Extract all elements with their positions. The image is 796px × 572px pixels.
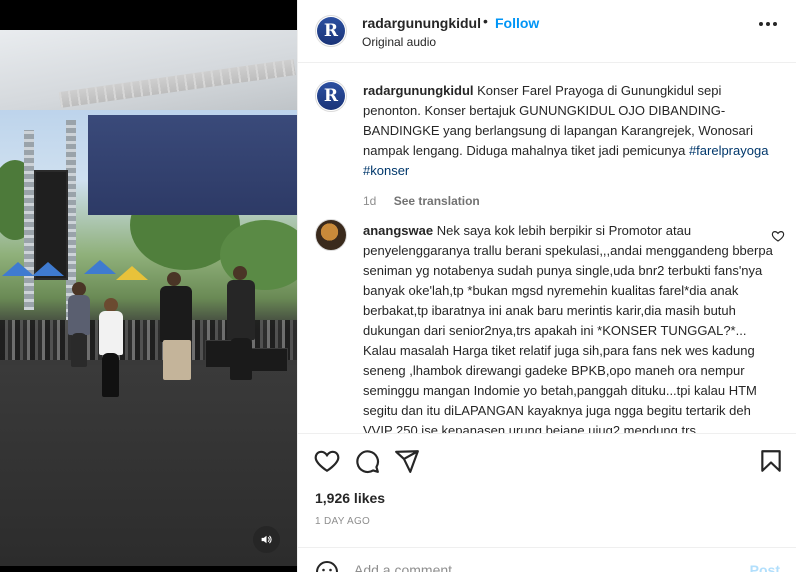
- bookmark-icon[interactable]: [758, 448, 784, 474]
- follow-button[interactable]: Follow: [495, 15, 539, 31]
- performer-head: [72, 282, 86, 296]
- add-comment-input[interactable]: [354, 562, 734, 572]
- comment-body: Nek saya kok lebih berpikir si Promotor …: [363, 223, 773, 433]
- performer-head: [233, 266, 247, 280]
- post-details-panel: R radargunungkidul • Follow Original aud…: [297, 0, 796, 572]
- commenter-avatar[interactable]: [315, 219, 347, 251]
- caption-username[interactable]: radargunungkidul: [363, 83, 474, 98]
- video-letterbox-top: [0, 0, 297, 30]
- stage-pillar: [24, 130, 34, 310]
- tent: [32, 262, 64, 276]
- performer-head: [167, 272, 181, 286]
- add-comment-bar: Post: [298, 547, 796, 572]
- comment-text: anangswae Nek saya kok lebih berpikir si…: [363, 221, 773, 433]
- avatar[interactable]: R: [315, 80, 347, 112]
- post-username[interactable]: radargunungkidul: [362, 15, 481, 31]
- share-icon[interactable]: [394, 448, 420, 474]
- video-player[interactable]: [0, 0, 297, 572]
- performer: [227, 280, 255, 340]
- stage-equipment: [250, 348, 288, 372]
- avatar-letter: R: [317, 82, 345, 110]
- performer: [68, 295, 90, 335]
- comments-section[interactable]: R radargunungkidul Konser Farel Prayoga …: [298, 63, 796, 433]
- performer-shorts: [163, 340, 191, 380]
- caption-meta: 1d See translation: [363, 194, 480, 208]
- child-performer-legs: [102, 353, 119, 397]
- hashtag-link[interactable]: #konser: [363, 163, 409, 178]
- performer-legs: [230, 338, 252, 380]
- child-performer: [99, 311, 123, 355]
- comment-icon[interactable]: [354, 448, 380, 474]
- stage-banner: [88, 115, 297, 215]
- comment-heart-icon[interactable]: [771, 229, 785, 243]
- speaker-icon: [261, 535, 272, 544]
- performer-head: [104, 298, 118, 312]
- avatar-letter: R: [317, 17, 345, 45]
- post-actions: 1,926 likes 1 day ago Post: [298, 433, 796, 572]
- hashtag-link[interactable]: #farelprayoga: [689, 143, 769, 158]
- caption-text: radargunungkidul Konser Farel Prayoga di…: [363, 81, 773, 181]
- more-options-icon[interactable]: [759, 22, 777, 26]
- video-frame: [0, 30, 297, 566]
- likes-count[interactable]: 1,926 likes: [315, 490, 385, 506]
- audio-toggle-button[interactable]: [253, 526, 280, 553]
- post-header: R radargunungkidul • Follow Original aud…: [298, 0, 796, 63]
- caption-time[interactable]: 1d: [363, 194, 376, 208]
- comment-username[interactable]: anangswae: [363, 223, 433, 238]
- performer: [160, 286, 192, 342]
- see-translation-button[interactable]: See translation: [394, 194, 480, 208]
- separator-dot: •: [483, 13, 488, 29]
- tent: [2, 262, 34, 276]
- performer-legs: [71, 333, 87, 367]
- tent: [84, 260, 116, 274]
- tent: [116, 266, 148, 280]
- emoji-icon[interactable]: [315, 560, 339, 572]
- post-date[interactable]: 1 day ago: [315, 516, 370, 527]
- audio-label[interactable]: Original audio: [362, 35, 436, 49]
- heart-icon[interactable]: [314, 448, 340, 474]
- post-comment-button[interactable]: Post: [750, 562, 780, 572]
- avatar[interactable]: R: [315, 15, 347, 47]
